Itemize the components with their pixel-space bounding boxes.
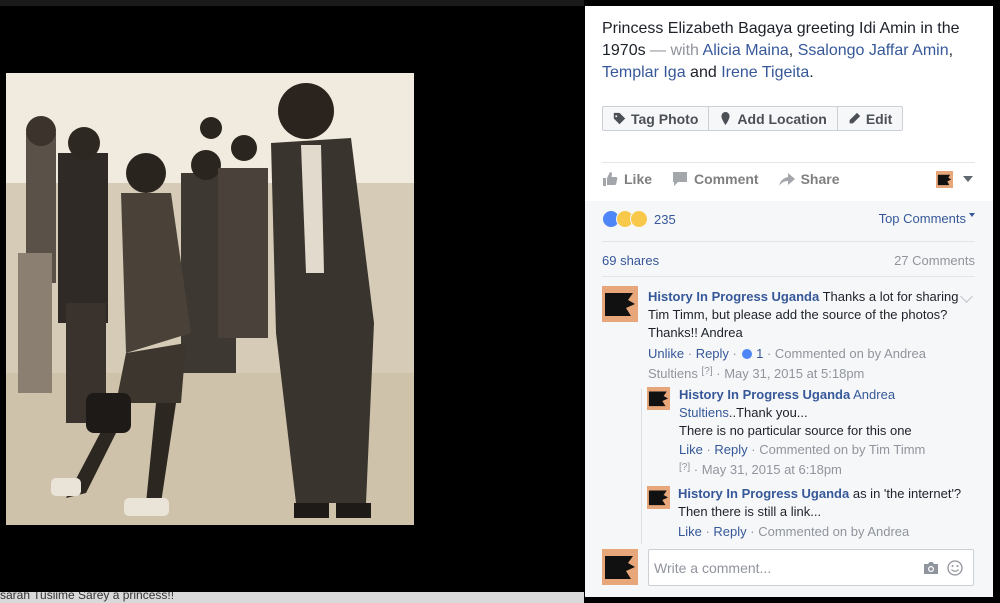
comment-timestamp[interactable]: May 31, 2015 at 6:18pm xyxy=(702,462,842,477)
avatar[interactable] xyxy=(602,286,638,322)
commented-on: Commented on by Andrea xyxy=(758,524,910,539)
comments-count[interactable]: 27 Comments xyxy=(894,253,975,268)
reply-link[interactable]: Reply xyxy=(714,442,747,457)
reactions-summary[interactable]: 235 xyxy=(602,209,676,229)
commented-on: Commented on by Tim Timm xyxy=(759,442,926,457)
comment-author[interactable]: History In Progress Uganda xyxy=(648,289,819,304)
comment-text: ..Thank you... xyxy=(728,405,808,420)
like-link[interactable]: Like xyxy=(679,442,703,457)
shares-link[interactable]: 69 shares xyxy=(602,253,659,268)
comment-meta: Unlike · Reply · 1 · Commented on by And… xyxy=(648,346,926,381)
pencil-icon xyxy=(849,112,861,124)
with-word: — with xyxy=(650,42,699,59)
share-arrow-icon xyxy=(778,173,795,186)
like-link[interactable]: Like xyxy=(678,524,702,539)
location-pin-icon xyxy=(721,112,730,125)
avatar[interactable] xyxy=(647,486,670,509)
share-button[interactable]: Share xyxy=(778,171,840,187)
comment-author[interactable]: History In Progress Uganda xyxy=(679,387,850,402)
reply-thread-line xyxy=(641,389,642,544)
camera-icon[interactable] xyxy=(923,561,939,575)
divider xyxy=(602,241,975,242)
photo-actions-group: Tag Photo Add Location Edit xyxy=(602,106,904,131)
smiley-icon[interactable] xyxy=(947,560,963,576)
like-reaction-icon xyxy=(740,348,753,360)
reply-link[interactable]: Reply xyxy=(696,346,729,361)
reply-link[interactable]: Reply xyxy=(713,524,746,539)
comment: History In Progress Uganda Thanks a lot … xyxy=(648,288,963,342)
tagged-person-link[interactable]: Ssalongo Jaffar Amin xyxy=(798,42,949,59)
like-button[interactable]: Like xyxy=(602,171,652,187)
footnote-marker[interactable]: [?] xyxy=(702,366,713,377)
post-photo[interactable] xyxy=(6,73,414,525)
photo-image xyxy=(6,73,414,525)
divider xyxy=(602,162,975,163)
edit-button[interactable]: Edit xyxy=(838,107,902,130)
comment-bubble-icon xyxy=(673,172,688,186)
reaction-count: 235 xyxy=(654,211,676,227)
unlike-link[interactable]: Unlike xyxy=(648,346,684,361)
chevron-down-icon[interactable] xyxy=(963,176,973,182)
comment-button[interactable]: Comment xyxy=(672,171,759,187)
tag-icon xyxy=(613,112,626,125)
background-caption: sarah Tusiime Sarey a princess!! xyxy=(0,592,584,603)
comment-author[interactable]: History In Progress Uganda xyxy=(678,486,849,501)
add-location-button[interactable]: Add Location xyxy=(709,107,838,130)
comment-like-count[interactable]: 1 xyxy=(756,346,763,361)
tag-photo-button[interactable]: Tag Photo xyxy=(603,107,710,130)
haha-reaction-icon xyxy=(630,210,648,228)
page-avatar-selector[interactable] xyxy=(936,171,953,188)
post-caption: Princess Elizabeth Bagaya greeting Idi A… xyxy=(602,20,960,81)
avatar xyxy=(602,549,638,585)
divider xyxy=(602,276,975,277)
top-strip xyxy=(0,0,584,6)
reply-comment: History In Progress Uganda as in 'the in… xyxy=(678,485,968,521)
comment-meta: Like · Reply · Commented on by Andrea xyxy=(678,524,910,539)
thumbs-up-icon xyxy=(603,172,618,186)
comment-composer xyxy=(648,549,974,586)
photo-detail-panel: Princess Elizabeth Bagaya greeting Idi A… xyxy=(585,6,993,597)
comment-meta: Like · Reply · Commented on by Tim Timm … xyxy=(679,442,926,477)
reply-comment: History In Progress Uganda Andrea Stulti… xyxy=(679,386,969,440)
tagged-person-link[interactable]: Templar Iga xyxy=(602,64,686,81)
top-comments-dropdown[interactable]: Top Comments xyxy=(879,211,975,226)
comment-timestamp[interactable]: May 31, 2015 at 5:18pm xyxy=(724,366,864,381)
comment-text: There is no particular source for this o… xyxy=(679,423,912,438)
footnote-marker[interactable]: [?] xyxy=(679,462,690,473)
tagged-person-link[interactable]: Alicia Maina xyxy=(703,42,789,59)
avatar[interactable] xyxy=(647,387,670,410)
comment-input[interactable] xyxy=(649,550,899,585)
post-actions: Like Comment Share xyxy=(602,169,975,189)
tagged-person-link[interactable]: Irene Tigeita xyxy=(721,64,809,81)
